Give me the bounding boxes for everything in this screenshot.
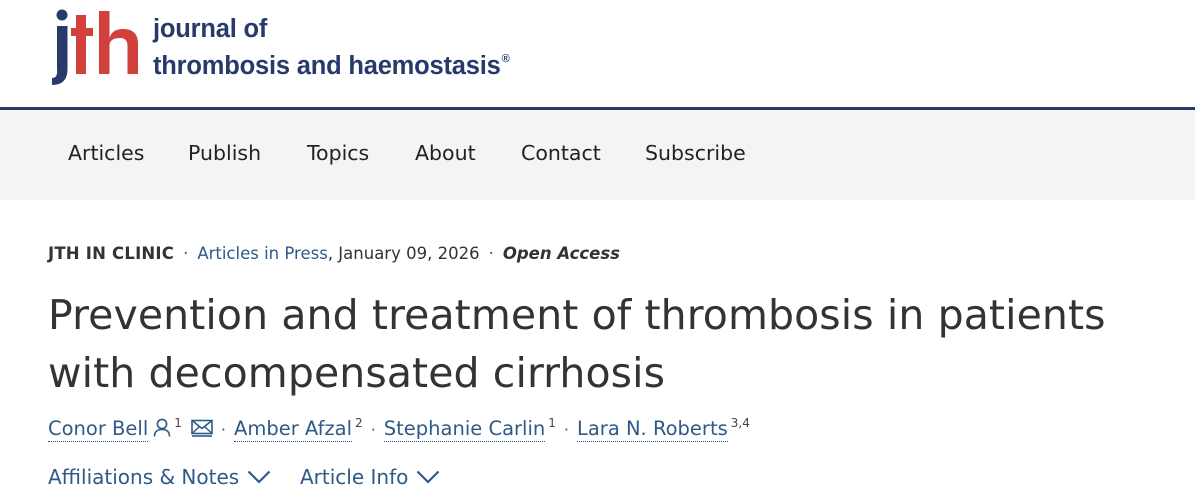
- author-link[interactable]: Stephanie Carlin: [383, 417, 546, 442]
- publication-date: , January 09, 2026: [327, 244, 480, 263]
- main-nav: Articles Publish Topics About Contact Su…: [0, 110, 1195, 200]
- nav-contact[interactable]: Contact: [521, 141, 601, 165]
- affiliation-number: 3,4: [730, 416, 750, 430]
- affiliations-toggle-label: Affiliations & Notes: [48, 465, 240, 489]
- person-icon: [153, 418, 171, 442]
- affiliation-number: 2: [355, 416, 363, 430]
- affiliation-number: 1: [548, 416, 556, 430]
- author-list: Conor Bell 1 · Amber Afzal 2 · Stephanie Carli…: [48, 416, 750, 442]
- chevron-down-icon: [247, 470, 271, 484]
- issue-link[interactable]: Articles in Press: [197, 244, 328, 263]
- site-header: journal of thrombosis and haemostasis®: [0, 0, 1195, 110]
- author-separator: ·: [370, 420, 376, 439]
- affiliation-number: 1: [174, 416, 182, 430]
- author-link[interactable]: Conor Bell: [48, 417, 149, 442]
- author-link[interactable]: Lara N. Roberts: [576, 417, 728, 442]
- author-separator: ·: [563, 420, 569, 439]
- article-info-toggle[interactable]: Article Info: [300, 465, 440, 489]
- meta-separator: ·: [488, 244, 494, 263]
- open-access-badge: Open Access: [502, 244, 621, 263]
- article-section: JTH IN CLINIC: [48, 244, 175, 263]
- journal-name-line-1: journal of: [153, 15, 268, 43]
- chevron-down-icon: [417, 470, 440, 484]
- nav-about[interactable]: About: [415, 141, 476, 165]
- article-info-toggle-label: Article Info: [300, 465, 409, 489]
- nav-articles[interactable]: Articles: [68, 141, 144, 165]
- meta-separator: ·: [183, 244, 189, 263]
- nav-subscribe[interactable]: Subscribe: [645, 141, 746, 165]
- article-meta: JTH IN CLINIC · Articles in Press, January…: [48, 244, 620, 263]
- author-link[interactable]: Amber Afzal: [234, 417, 353, 442]
- nav-topics[interactable]: Topics: [307, 141, 369, 165]
- journal-name: journal of thrombosis and haemostasis®: [153, 14, 510, 81]
- author-separator: ·: [220, 420, 226, 439]
- nav-publish[interactable]: Publish: [188, 141, 261, 165]
- mail-icon[interactable]: [191, 419, 213, 442]
- jth-logo-mark: [52, 9, 138, 85]
- journal-name-line-2: thrombosis and haemostasis: [153, 52, 501, 80]
- affiliations-toggle[interactable]: Affiliations & Notes: [48, 465, 271, 489]
- article-title: Prevention and treatment of thrombosis i…: [48, 291, 1106, 397]
- registered-mark: ®: [501, 53, 510, 65]
